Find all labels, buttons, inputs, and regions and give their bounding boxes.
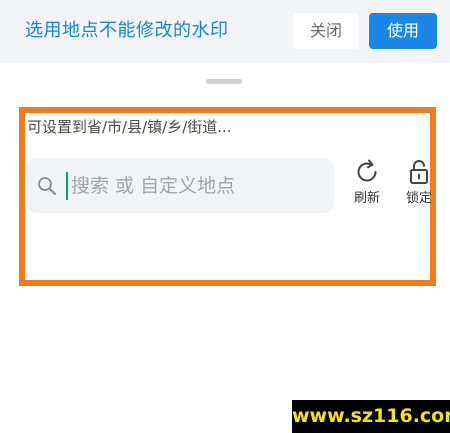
refresh-label: 刷新	[353, 191, 380, 206]
refresh-button[interactable]: 刷新	[344, 157, 390, 217]
location-hint: 可设置到省/市/县/镇/乡/街道...	[27, 118, 232, 136]
refresh-icon	[344, 157, 390, 187]
use-button[interactable]: 使用	[369, 13, 437, 49]
search-icon	[36, 175, 58, 197]
watermark-location-panel: 选用地点不能修改的水印 关闭 使用 可设置到省/市/县/镇/乡/街道... 刷新	[0, 0, 450, 433]
site-watermark: www.sz116.com	[292, 400, 450, 433]
lock-button[interactable]: 锁定	[396, 157, 442, 217]
close-button[interactable]: 关闭	[293, 13, 359, 49]
search-input[interactable]	[71, 170, 326, 202]
text-cursor	[66, 172, 68, 200]
panel-title: 选用地点不能修改的水印	[25, 20, 229, 41]
lock-label: 锁定	[405, 191, 432, 206]
unlock-icon	[396, 157, 442, 187]
drag-handle[interactable]	[206, 79, 242, 84]
panel-header: 选用地点不能修改的水印 关闭 使用	[0, 0, 450, 63]
